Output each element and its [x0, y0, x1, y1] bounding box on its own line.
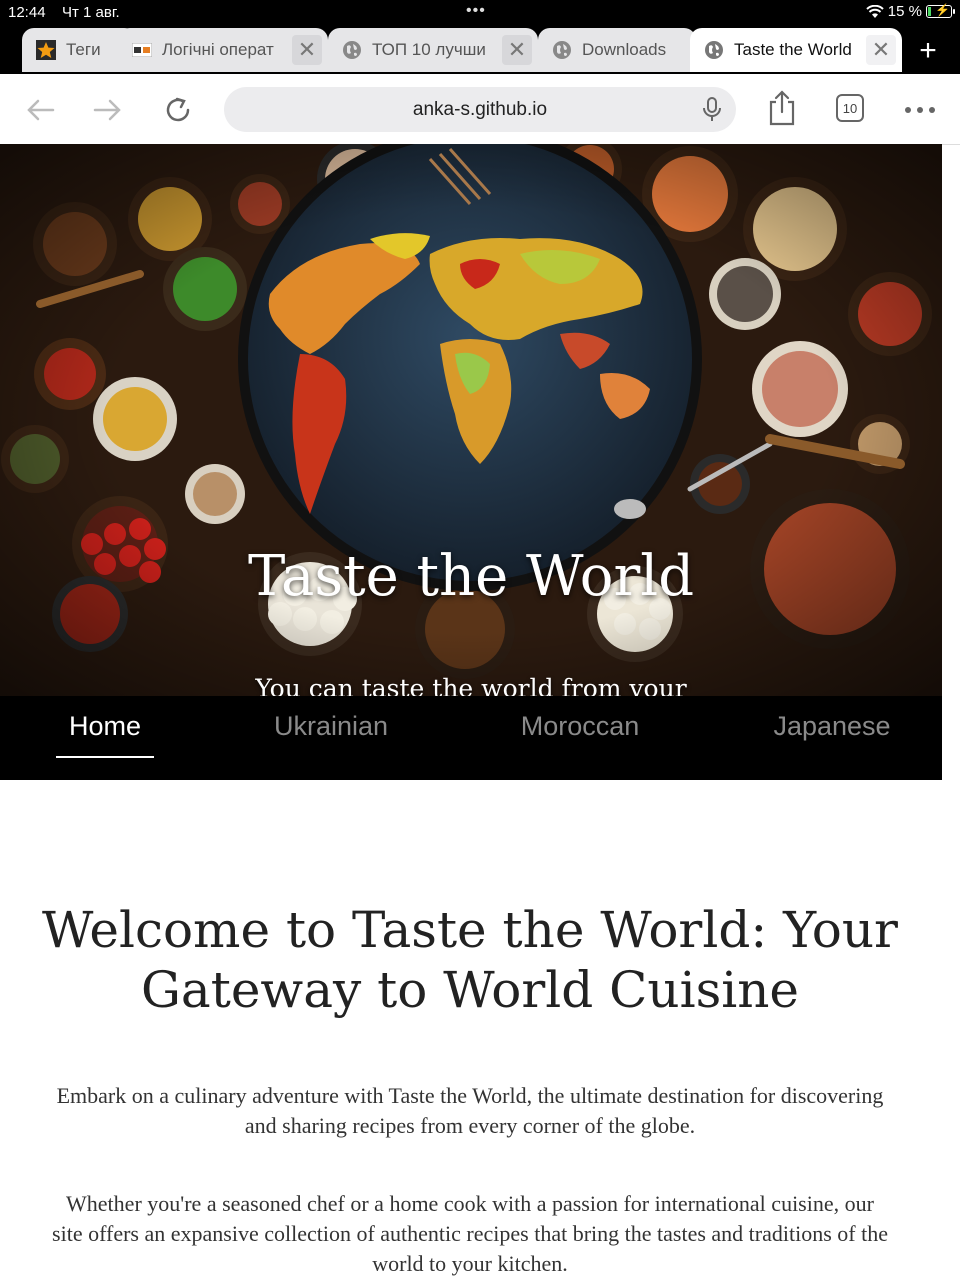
share-icon[interactable] — [762, 88, 802, 128]
tab-downloads[interactable]: Downloads — [538, 28, 696, 72]
forward-arrow-icon[interactable] — [88, 90, 128, 130]
close-tab-icon[interactable]: ✕ — [502, 35, 532, 65]
url-text: anka-s.github.io — [412, 98, 548, 120]
globe-icon — [552, 40, 572, 60]
globe-icon — [342, 40, 362, 60]
status-time: 12:44 — [8, 4, 46, 21]
more-icon[interactable] — [900, 90, 940, 130]
status-right: 15 % ⚡ — [866, 3, 955, 20]
site-logo-icon — [132, 40, 152, 60]
nav-item-moroccan[interactable]: Moroccan — [510, 710, 650, 754]
wifi-icon — [866, 4, 884, 18]
hero-subtitle: You can taste the world from your kitche… — [255, 674, 687, 696]
tabs-icon[interactable]: 10 — [836, 94, 864, 122]
close-tab-icon[interactable]: ✕ — [866, 35, 896, 65]
tab-taste-the-world[interactable]: Taste the World ✕ — [690, 28, 902, 72]
tab-top10[interactable]: ТОП 10 лучши ✕ — [328, 28, 538, 72]
multitasking-dots-icon[interactable]: ••• — [466, 2, 486, 20]
hero-title: Taste the World — [247, 544, 695, 609]
nav-item-home[interactable]: Home — [56, 710, 154, 758]
globe-icon — [704, 40, 724, 60]
page-heading: Welcome to Taste the World: Your Gateway… — [42, 901, 898, 1019]
second-paragraph: Whether you're a seasoned chef or a home… — [52, 1191, 888, 1276]
browser-toolbar: anka-s.github.io 10 — [0, 74, 960, 145]
star-icon — [36, 40, 56, 60]
tab-logichni[interactable]: Логічні операт ✕ — [118, 28, 328, 72]
active-underline — [56, 756, 154, 758]
new-tab-icon[interactable]: + — [910, 34, 946, 70]
nav-item-japanese[interactable]: Japanese — [762, 710, 902, 754]
address-bar[interactable]: anka-s.github.io — [224, 87, 736, 132]
nav-item-ukrainian[interactable]: Ukrainian — [262, 710, 400, 754]
hero-image — [0, 144, 942, 696]
battery-icon: ⚡ — [926, 3, 955, 18]
hero-banner: Taste the World You can taste the world … — [0, 144, 942, 696]
status-bar: 12:44 Чт 1 авг. ••• 15 % ⚡ — [0, 0, 960, 26]
status-date: Чт 1 авг. — [62, 4, 120, 21]
tab-bar: Теги Логічні операт ✕ ТОП 10 лучши ✕ Dow… — [0, 26, 960, 74]
reload-icon[interactable] — [158, 90, 198, 130]
back-arrow-icon[interactable] — [20, 90, 60, 130]
intro-paragraph: Embark on a culinary adventure with Tast… — [56, 1083, 884, 1138]
close-tab-icon[interactable]: ✕ — [292, 35, 322, 65]
main-nav: Home Ukrainian Moroccan Japanese — [0, 696, 942, 780]
battery-percent: 15 % — [887, 3, 922, 20]
microphone-icon[interactable] — [702, 97, 722, 128]
